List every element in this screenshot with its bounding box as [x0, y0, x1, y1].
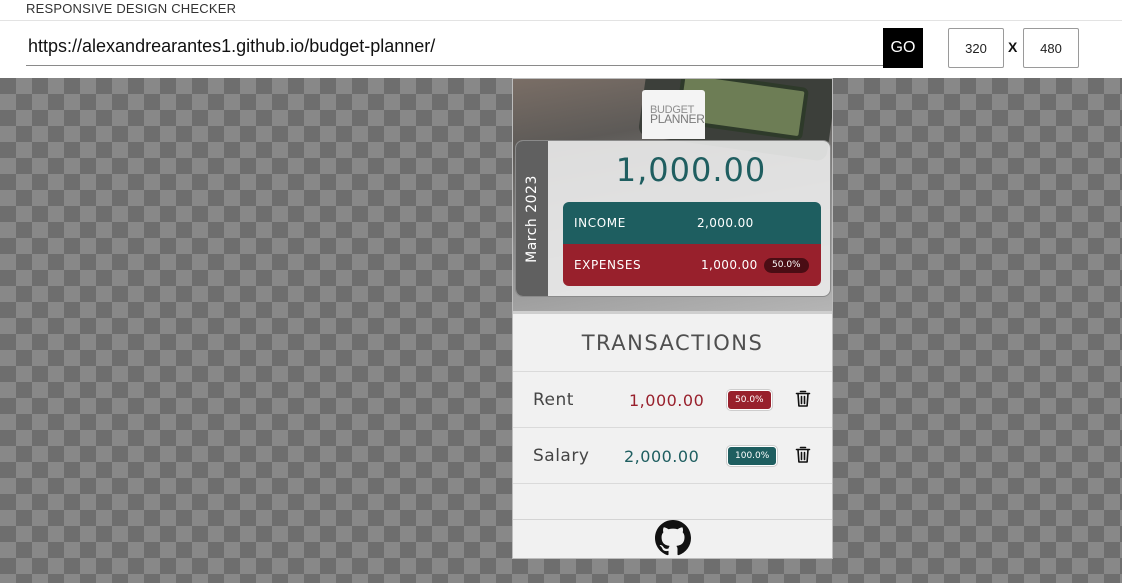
trash-icon[interactable] [795, 446, 811, 464]
month-tab: March 2023 [516, 141, 548, 296]
transaction-row: Salary 2,000.00 100.0% [513, 427, 832, 483]
height-input[interactable] [1023, 28, 1079, 68]
income-label: INCOME [574, 216, 626, 230]
expenses-label: EXPENSES [574, 258, 642, 272]
transactions-title: TRANSACTIONS [581, 331, 764, 355]
go-button[interactable]: GO [883, 28, 923, 68]
title-divider [0, 20, 1122, 21]
expenses-percentage-badge: 50.0% [764, 258, 809, 273]
footer [513, 519, 832, 558]
dimension-separator: X [1008, 39, 1018, 55]
month-label: March 2023 [524, 175, 540, 263]
width-input[interactable] [948, 28, 1004, 68]
transaction-percentage-badge: 100.0% [727, 446, 778, 466]
transaction-list-end [513, 483, 832, 521]
trash-icon[interactable] [795, 390, 811, 408]
logo-text-bottom: PLANNER [650, 111, 705, 126]
budget-planner-logo[interactable]: BUDGET PLANNER [642, 90, 705, 139]
url-input[interactable] [26, 28, 883, 66]
transaction-amount: 1,000.00 [629, 391, 705, 410]
transaction-name: Salary [533, 446, 590, 466]
transaction-amount: 2,000.00 [624, 447, 700, 466]
transaction-name: Rent [533, 390, 574, 410]
expenses-value: 1,000.00 [701, 258, 758, 272]
balance-total: 1,000.00 [615, 151, 767, 189]
income-summary: INCOME 2,000.00 [563, 202, 821, 244]
section-divider [513, 311, 832, 314]
hero-section: BUDGET PLANNER March 2023 1,000.00 INCOM… [513, 79, 832, 311]
checker-toolbar: RESPONSIVE DESIGN CHECKER GO X [0, 0, 1122, 78]
tool-title: RESPONSIVE DESIGN CHECKER [26, 1, 237, 16]
device-preview[interactable]: BUDGET PLANNER March 2023 1,000.00 INCOM… [512, 78, 833, 559]
transaction-percentage-badge: 50.0% [727, 390, 772, 410]
income-value: 2,000.00 [697, 216, 754, 230]
github-icon[interactable] [655, 520, 691, 556]
transaction-row: Rent 1,000.00 50.0% [513, 371, 832, 427]
budget-summary-card: March 2023 1,000.00 INCOME 2,000.00 EXPE… [515, 140, 831, 297]
expenses-summary: EXPENSES 1,000.00 50.0% [563, 244, 821, 286]
